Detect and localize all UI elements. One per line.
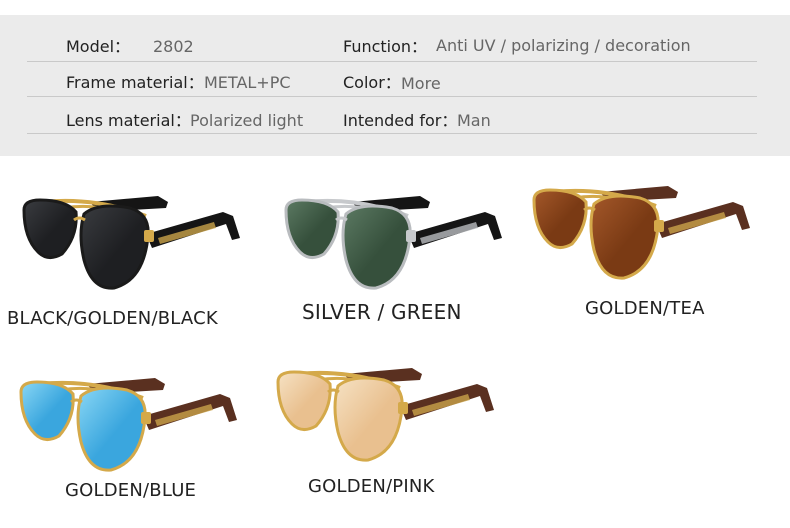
- sunglasses-image: [284, 196, 502, 290]
- function-value: Anti UV / polarizing / decoration: [436, 36, 691, 55]
- spec-panel: Model： 2802 Function： Anti UV / polarizi…: [0, 15, 790, 156]
- sunglasses-image: [532, 186, 750, 280]
- intended-for-value: Man: [457, 111, 491, 130]
- frame-material-label: Frame material：: [66, 73, 204, 92]
- spec-divider: [27, 133, 757, 134]
- sunglasses-image: [22, 196, 240, 290]
- lens-material-value: Polarized light: [190, 111, 304, 130]
- product-caption: GOLDEN/TEA: [585, 298, 705, 319]
- spec-divider: [27, 96, 757, 97]
- sunglasses-image: [19, 378, 237, 472]
- sunglasses-image: [276, 368, 494, 462]
- frame-material-value: METAL+PC: [204, 73, 291, 92]
- intended-for-label: Intended for：: [343, 111, 458, 130]
- lens-material-label: Lens material：: [66, 111, 191, 130]
- model-label: Model：: [66, 37, 131, 56]
- product-caption: BLACK/GOLDEN/BLACK: [7, 308, 218, 329]
- color-label: Color：: [343, 73, 401, 92]
- product-caption: GOLDEN/BLUE: [65, 480, 197, 501]
- product-caption: SILVER / GREEN: [302, 300, 462, 324]
- color-value: More: [401, 74, 441, 93]
- product-caption: GOLDEN/PINK: [308, 476, 435, 497]
- model-value: 2802: [153, 37, 194, 56]
- spec-divider: [27, 61, 757, 62]
- function-label: Function：: [343, 37, 428, 56]
